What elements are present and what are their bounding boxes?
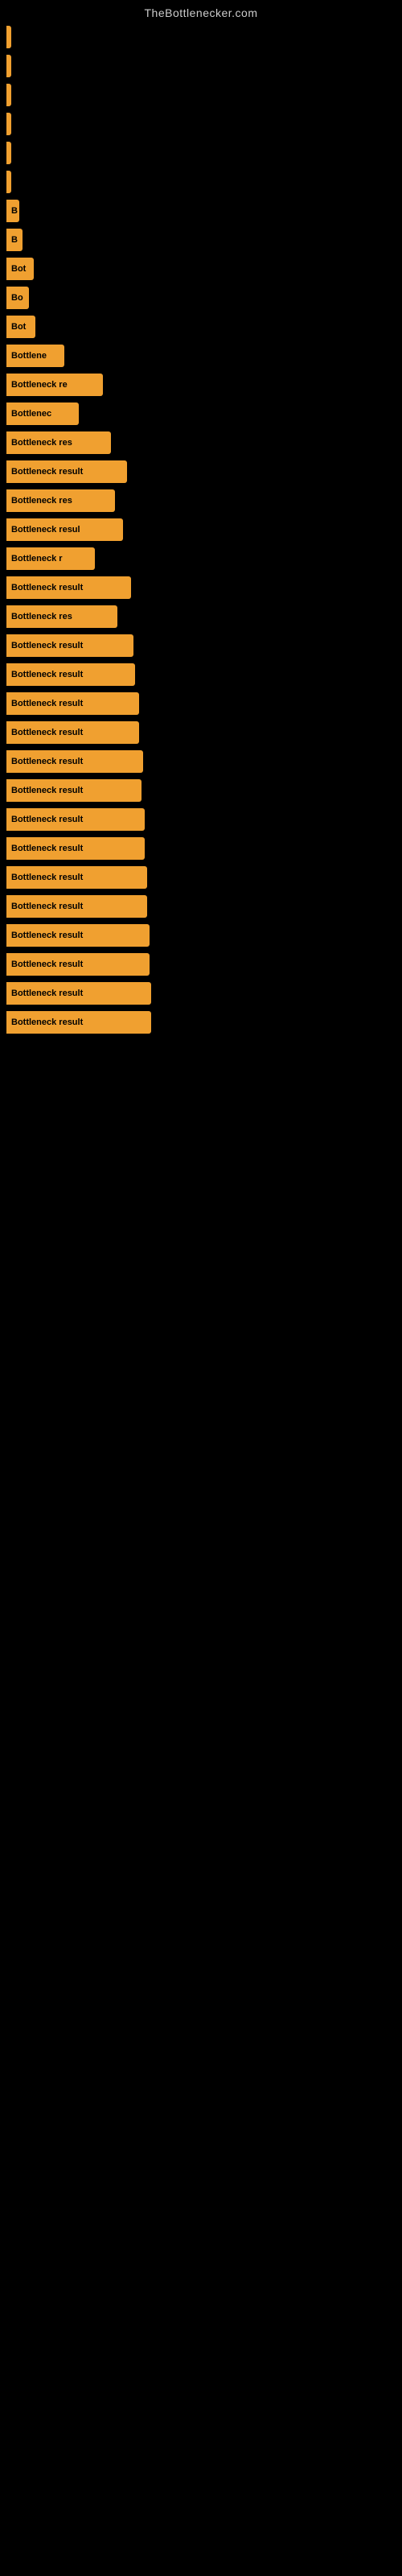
bar-row-13: Bottleneck re: [0, 370, 402, 399]
bar-row-31: Bottleneck result: [0, 892, 402, 921]
bar-label-32: Bottleneck result: [11, 931, 83, 940]
bar-row-11: Bot: [0, 312, 402, 341]
bar-row-3: [0, 80, 402, 109]
bar-label-13: Bottleneck re: [11, 380, 68, 390]
bar-label-17: Bottleneck res: [11, 496, 72, 506]
bar-row-35: Bottleneck result: [0, 1008, 402, 1037]
bar-row-15: Bottleneck res: [0, 428, 402, 457]
bar-label-14: Bottlenec: [11, 409, 51, 419]
site-title: TheBottlenecker.com: [0, 0, 402, 23]
bar-label-18: Bottleneck resul: [11, 525, 80, 535]
bar-label-16: Bottleneck result: [11, 467, 83, 477]
bar-label-22: Bottleneck result: [11, 641, 83, 650]
bar-label-29: Bottleneck result: [11, 844, 83, 853]
bar-label-28: Bottleneck result: [11, 815, 83, 824]
bar-label-26: Bottleneck result: [11, 757, 83, 766]
bar-label-25: Bottleneck result: [11, 728, 83, 737]
bar-row-22: Bottleneck result: [0, 631, 402, 660]
bar-row-19: Bottleneck r: [0, 544, 402, 573]
bar-label-10: Bo: [11, 293, 23, 303]
bar-row-10: Bo: [0, 283, 402, 312]
bar-label-8: B: [11, 235, 18, 245]
bar-label-24: Bottleneck result: [11, 699, 83, 708]
bar-row-1: [0, 23, 402, 52]
bar-label-12: Bottlene: [11, 351, 47, 361]
bar-row-34: Bottleneck result: [0, 979, 402, 1008]
bar-row-16: Bottleneck result: [0, 457, 402, 486]
bar-row-33: Bottleneck result: [0, 950, 402, 979]
bar-row-23: Bottleneck result: [0, 660, 402, 689]
bar-row-7: B: [0, 196, 402, 225]
bar-row-29: Bottleneck result: [0, 834, 402, 863]
bar-label-7: B: [11, 206, 18, 216]
bar-row-5: [0, 138, 402, 167]
bar-label-30: Bottleneck result: [11, 873, 83, 882]
bar-row-12: Bottlene: [0, 341, 402, 370]
bar-row-4: [0, 109, 402, 138]
bar-label-15: Bottleneck res: [11, 438, 72, 448]
bar-row-9: Bot: [0, 254, 402, 283]
bar-label-23: Bottleneck result: [11, 670, 83, 679]
bar-row-26: Bottleneck result: [0, 747, 402, 776]
bar-row-32: Bottleneck result: [0, 921, 402, 950]
bar-label-27: Bottleneck result: [11, 786, 83, 795]
bar-row-14: Bottlenec: [0, 399, 402, 428]
bar-row-8: B: [0, 225, 402, 254]
bar-row-18: Bottleneck resul: [0, 515, 402, 544]
bar-label-34: Bottleneck result: [11, 989, 83, 998]
bar-label-35: Bottleneck result: [11, 1018, 83, 1027]
bar-row-17: Bottleneck res: [0, 486, 402, 515]
bar-label-9: Bot: [11, 264, 26, 274]
bar-row-27: Bottleneck result: [0, 776, 402, 805]
bar-row-24: Bottleneck result: [0, 689, 402, 718]
bar-label-31: Bottleneck result: [11, 902, 83, 911]
bar-label-20: Bottleneck result: [11, 583, 83, 592]
bar-row-28: Bottleneck result: [0, 805, 402, 834]
bar-row-2: [0, 52, 402, 80]
bar-row-30: Bottleneck result: [0, 863, 402, 892]
bar-row-6: [0, 167, 402, 196]
bar-label-11: Bot: [11, 322, 26, 332]
bar-label-21: Bottleneck res: [11, 612, 72, 621]
bar-row-25: Bottleneck result: [0, 718, 402, 747]
bar-label-19: Bottleneck r: [11, 554, 63, 564]
bar-label-33: Bottleneck result: [11, 960, 83, 969]
bar-row-21: Bottleneck res: [0, 602, 402, 631]
bar-row-20: Bottleneck result: [0, 573, 402, 602]
